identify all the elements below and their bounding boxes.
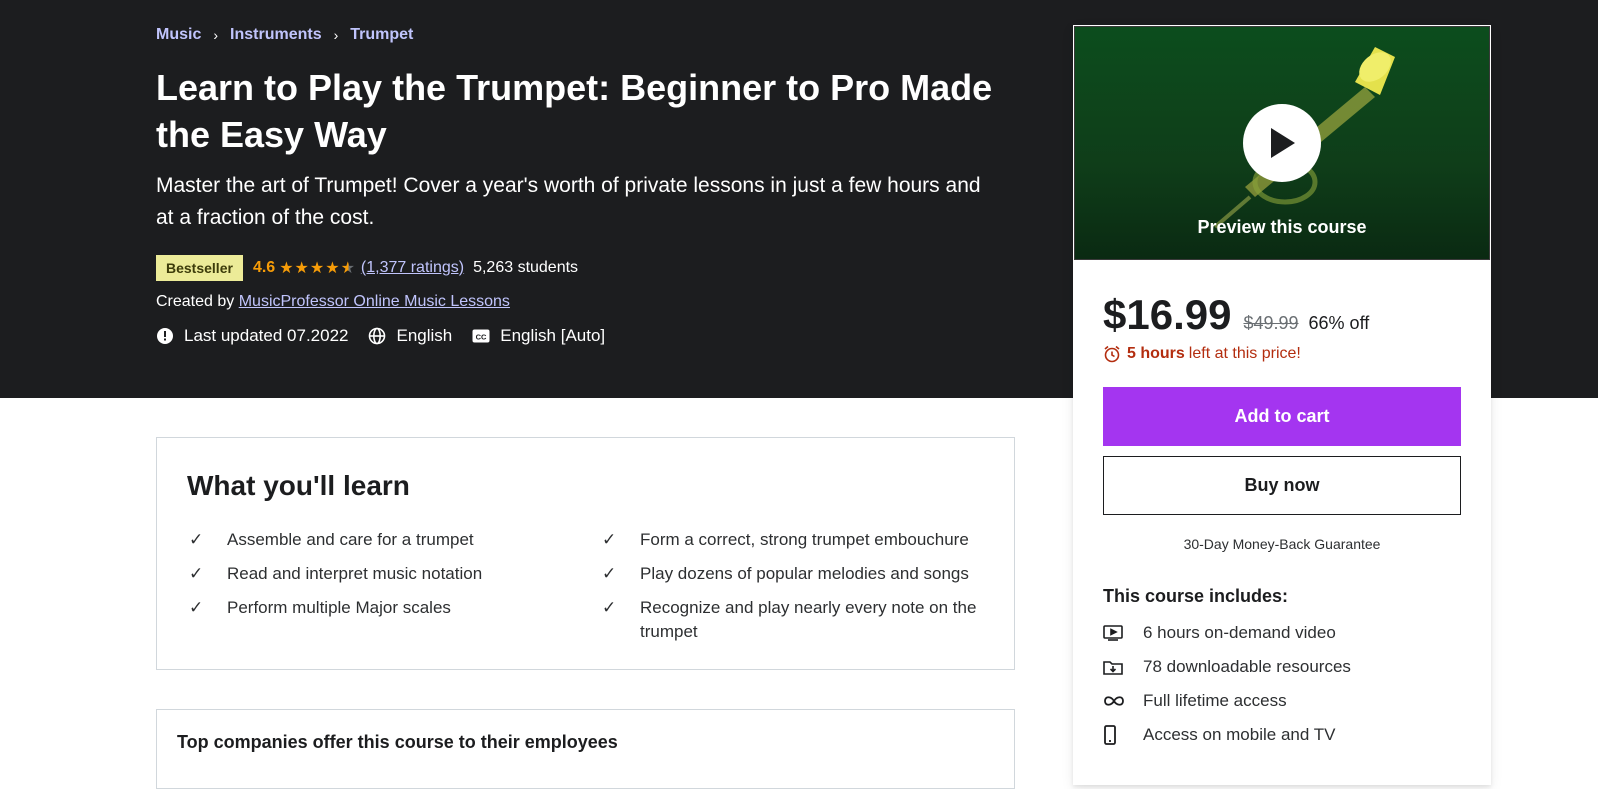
check-icon: ✓	[189, 564, 204, 583]
ratings-count-link[interactable]: (1,377 ratings)	[361, 259, 464, 277]
check-icon: ✓	[602, 564, 617, 583]
include-item: 6 hours on-demand video	[1103, 623, 1336, 643]
breadcrumb: Music › Instruments › Trumpet	[156, 24, 413, 46]
top-companies: Top companies offer this course to their…	[156, 709, 1015, 789]
language: English	[368, 326, 452, 346]
learn-item: ✓ Form a correct, strong trumpet embouchu…	[600, 528, 990, 552]
learn-item-text: Play dozens of popular melodies and song…	[640, 564, 969, 583]
check-icon: ✓	[602, 598, 617, 617]
learn-item: ✓ Recognize and play nearly every note on…	[600, 596, 980, 644]
include-label: Access on mobile and TV	[1143, 725, 1336, 744]
captions: CC English [Auto]	[472, 326, 605, 346]
rating-stars: ★ ★ ★ ★ ★	[279, 258, 356, 278]
timer-text: left at this price!	[1188, 345, 1301, 362]
globe-icon	[369, 327, 386, 345]
learn-item: ✓ Read and interpret music notation	[187, 562, 567, 586]
course-subtitle: Master the art of Trumpet! Cover a year'…	[156, 174, 981, 229]
include-label: Full lifetime access	[1143, 691, 1287, 710]
star-icon: ★	[325, 259, 340, 277]
star-icon: ★	[279, 259, 294, 277]
chevron-right-icon: ›	[333, 27, 339, 43]
money-back-guarantee: 30-Day Money-Back Guarantee	[1183, 536, 1381, 552]
breadcrumb-music[interactable]: Music	[156, 26, 201, 44]
learn-item-text: Recognize and play nearly every note on …	[640, 598, 977, 641]
buy-now-button[interactable]: Buy now	[1103, 456, 1461, 515]
star-icon: ★	[294, 259, 309, 277]
learn-item: ✓ Assemble and care for a trumpet	[187, 528, 567, 552]
discount-percent: 66% off	[1308, 313, 1370, 333]
half-star-icon: ★	[340, 259, 355, 277]
created-by: Created by MusicProfessor Online Music L…	[156, 293, 510, 311]
learn-item: ✓ Play dozens of popular melodies and son…	[600, 562, 990, 586]
include-label: 78 downloadable resources	[1143, 657, 1351, 676]
chevron-right-icon: ›	[213, 27, 219, 43]
include-item: Full lifetime access	[1103, 691, 1287, 711]
check-icon: ✓	[189, 598, 204, 617]
instructor-link[interactable]: MusicProfessor Online Music Lessons	[239, 293, 510, 310]
svg-text:CC: CC	[476, 333, 487, 342]
star-icon: ★	[309, 259, 325, 277]
original-price: $49.99	[1243, 313, 1299, 333]
infinity-icon	[1104, 696, 1124, 706]
learn-title: What you'll learn	[187, 470, 410, 501]
last-updated-text: Last updated 07.2022	[184, 326, 349, 345]
alert-badge-icon	[157, 328, 173, 344]
timer-hours: 5 hours	[1127, 345, 1185, 362]
students-count: 5,263 students	[473, 258, 579, 276]
learn-item-text: Assemble and care for a trumpet	[227, 530, 474, 549]
alarm-clock-icon	[1104, 345, 1120, 363]
add-to-cart-button[interactable]: Add to cart	[1103, 387, 1461, 446]
play-icon	[1271, 128, 1295, 158]
include-item: Access on mobile and TV	[1103, 725, 1335, 745]
breadcrumb-trumpet[interactable]: Trumpet	[350, 26, 413, 44]
purchase-sidebar: Preview this course $16.99 $49.99 66% of…	[1073, 25, 1491, 785]
rating-row: Bestseller 4.6 ★ ★ ★ ★ ★ (1,377 ratings)…	[156, 254, 578, 281]
learn-item-text: Read and interpret music notation	[227, 564, 483, 583]
mobile-icon	[1104, 725, 1116, 745]
include-label: 6 hours on-demand video	[1143, 623, 1336, 642]
learn-item: ✓ Perform multiple Major scales	[187, 596, 567, 620]
created-by-label: Created by	[156, 293, 235, 310]
course-meta: Last updated 07.2022 English CC English …	[156, 326, 625, 346]
includes-title: This course includes:	[1103, 586, 1289, 606]
preview-label: Preview this course	[1197, 217, 1367, 237]
bestseller-badge: Bestseller	[156, 254, 243, 281]
current-price: $16.99	[1103, 291, 1232, 338]
price-row: $16.99 $49.99 66% off	[1103, 291, 1369, 339]
include-item: 78 downloadable resources	[1103, 657, 1351, 677]
rating-value: 4.6	[252, 258, 276, 276]
captions-text: English [Auto]	[500, 326, 606, 345]
companies-title: Top companies offer this course to their…	[177, 732, 618, 752]
course-title: Learn to Play the Trumpet: Beginner to P…	[156, 67, 993, 155]
learn-item-text: Form a correct, strong trumpet embouchur…	[640, 530, 969, 549]
closed-captions-icon: CC	[472, 329, 490, 343]
download-icon	[1103, 661, 1123, 675]
check-icon: ✓	[189, 530, 204, 549]
price-timer: 5 hours left at this price!	[1103, 345, 1301, 363]
check-icon: ✓	[602, 530, 617, 549]
play-button[interactable]	[1243, 104, 1321, 182]
breadcrumb-instruments[interactable]: Instruments	[230, 26, 322, 44]
last-updated: Last updated 07.2022	[156, 326, 348, 346]
video-icon	[1103, 625, 1123, 641]
what-youll-learn: What you'll learn ✓ Assemble and care for…	[156, 437, 1015, 670]
course-preview[interactable]: Preview this course	[1074, 26, 1490, 260]
learn-item-text: Perform multiple Major scales	[227, 598, 451, 617]
language-text: English	[396, 326, 453, 345]
